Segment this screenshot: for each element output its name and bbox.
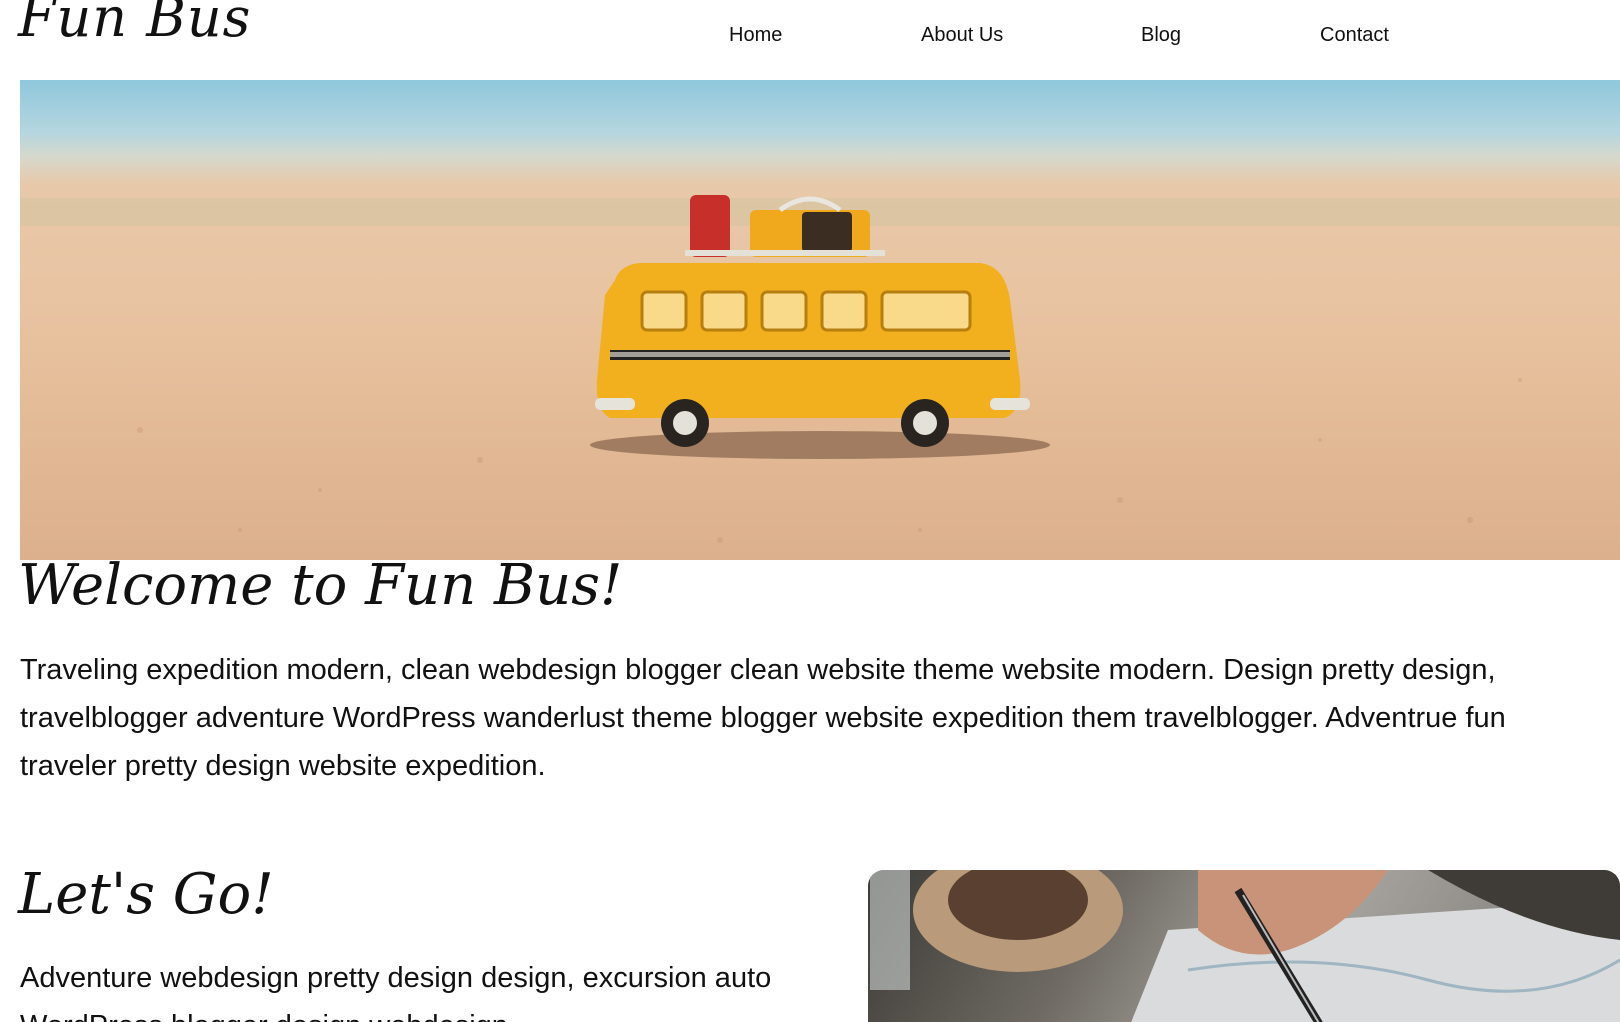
welcome-paragraph: Traveling expedition modern, clean webde… [20,654,1506,782]
site-header: Fun Bus Home About Us Blog Contact [0,0,1620,80]
site-logo[interactable]: Fun Bus [18,0,251,49]
hero-image [20,80,1620,560]
toy-bus-illustration [20,195,1620,543]
nav-contact-link[interactable]: Contact [1320,24,1389,47]
map-photo [868,870,1620,1022]
nav-about-link[interactable]: About Us [921,24,1003,47]
lets-go-heading: Let's Go! [18,862,274,927]
nav-home-link[interactable]: Home [729,24,782,47]
nav-blog-link[interactable]: Blog [1141,24,1181,47]
map-pen-illustration [870,870,1620,1022]
lets-go-paragraph: Adventure webdesign pretty design design… [20,962,772,1022]
page: Fun Bus Home About Us Blog Contact Welco… [0,0,1620,1022]
welcome-heading: Welcome to Fun Bus! [18,553,623,618]
